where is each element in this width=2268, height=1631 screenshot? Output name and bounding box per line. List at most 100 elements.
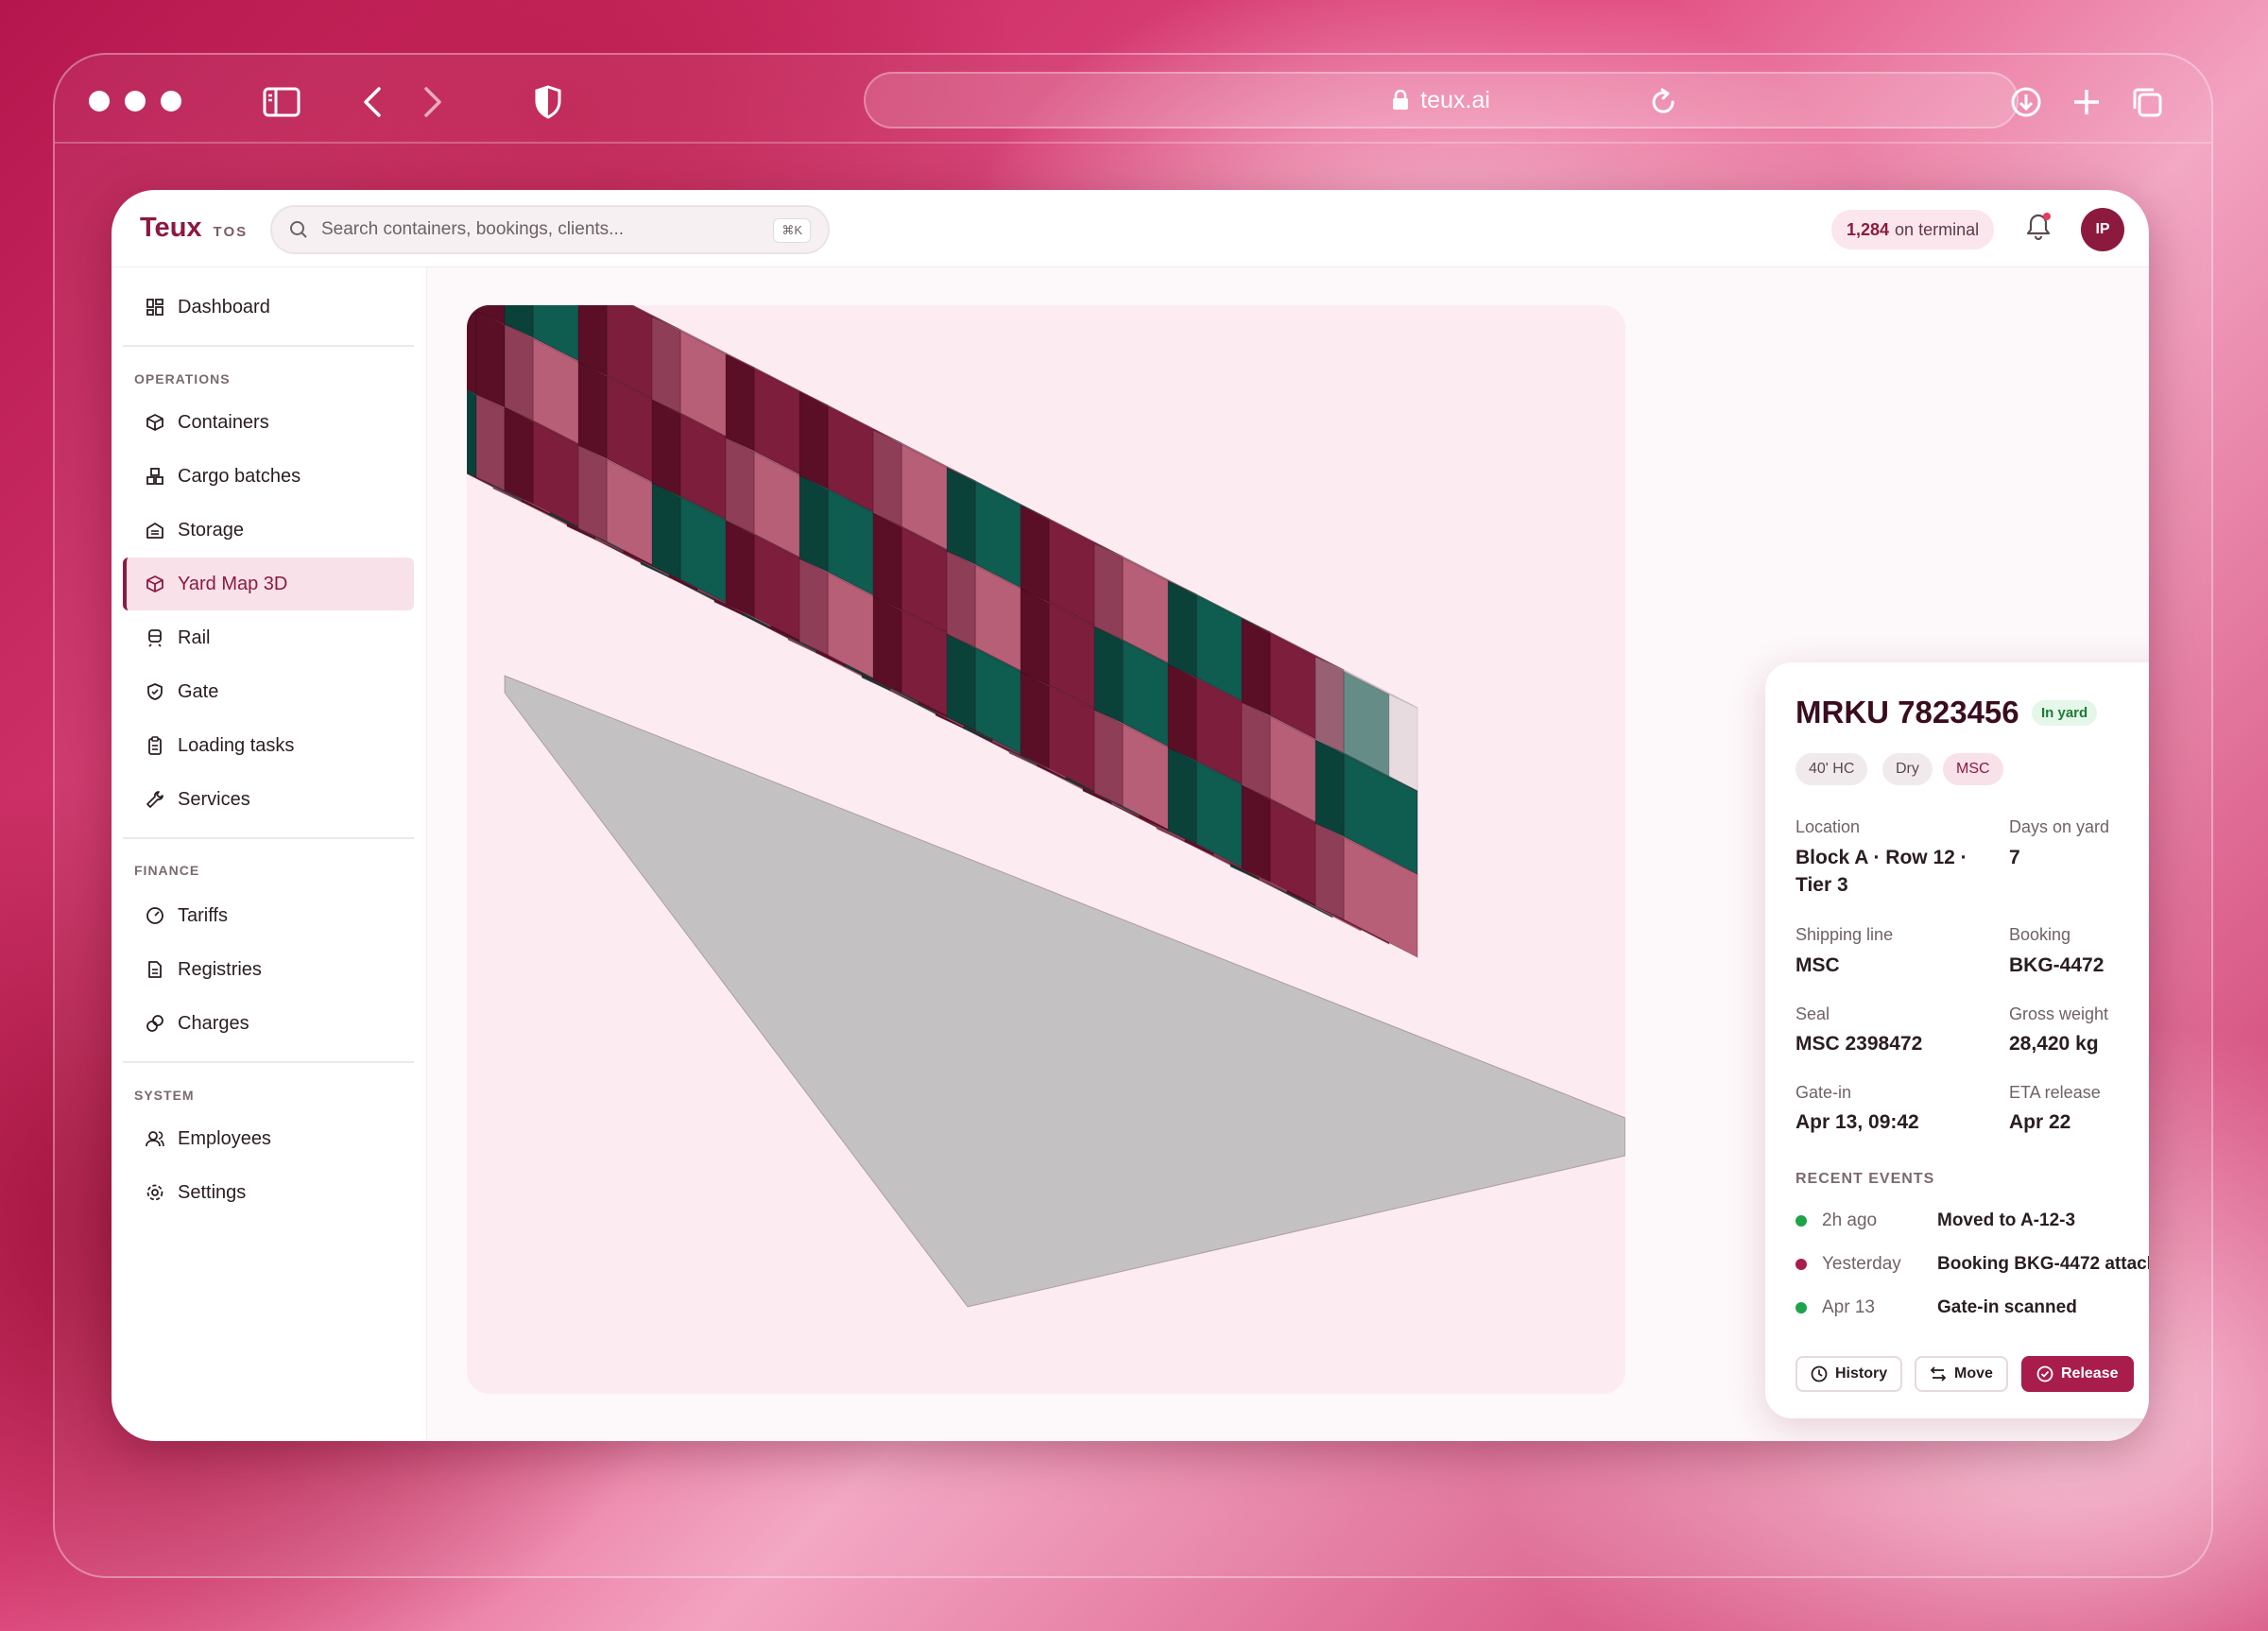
search-placeholder: Search containers, bookings, clients... bbox=[321, 219, 625, 239]
days-label: Days on yard bbox=[2009, 817, 2110, 836]
container-block bbox=[1314, 739, 1345, 837]
container-block bbox=[725, 437, 755, 535]
container-block bbox=[799, 474, 829, 573]
sidebar-item-employees[interactable]: Employees bbox=[123, 1112, 414, 1165]
line-value: MSC bbox=[1796, 954, 1840, 976]
days-value: 7 bbox=[2009, 847, 2020, 868]
container-block bbox=[725, 520, 755, 618]
line-label: Shipping line bbox=[1796, 925, 1894, 944]
sidebar-item-storage[interactable]: Storage bbox=[123, 504, 414, 557]
yard-map-3d-canvas[interactable] bbox=[467, 305, 1625, 1394]
sidebar-item-containers[interactable]: Containers bbox=[123, 396, 414, 449]
sidebar-item-rail[interactable]: Rail bbox=[123, 611, 414, 664]
sidebar-item-label: Charges bbox=[178, 1012, 249, 1034]
recent-events-heading: RECENT EVENTS bbox=[1796, 1171, 1935, 1187]
search-input[interactable]: Search containers, bookings, clients... … bbox=[270, 205, 830, 254]
sidebar-item-dashboard[interactable]: Dashboard bbox=[123, 281, 414, 334]
sidebar-item-cargo-batches[interactable]: Cargo batches bbox=[123, 450, 414, 503]
container-detail-panel: MRKU 7823456 In yard 40' HC Dry MSC Loca… bbox=[1765, 662, 2149, 1418]
booking-value: BKG-4472 bbox=[2009, 954, 2105, 976]
event-dot bbox=[1796, 1302, 1807, 1313]
history-button[interactable]: History bbox=[1796, 1356, 1903, 1392]
container-block bbox=[1241, 618, 1271, 716]
release-button[interactable]: Release bbox=[2021, 1356, 2134, 1392]
sidebar-item-label: Gate bbox=[178, 680, 219, 702]
sidebar-item-charges[interactable]: Charges bbox=[123, 997, 414, 1050]
sidebar-item-label: Yard Map 3D bbox=[178, 573, 288, 594]
back-icon[interactable] bbox=[353, 83, 391, 121]
gatein-label: Gate-in bbox=[1796, 1083, 1852, 1102]
sidebar-item-label: Rail bbox=[178, 627, 211, 648]
sidebar-item-gate[interactable]: Gate bbox=[123, 665, 414, 718]
location-label: Location bbox=[1796, 817, 1861, 836]
clipboard-icon bbox=[148, 736, 162, 755]
sidebar-item-label: Employees bbox=[178, 1127, 271, 1149]
tabs-overview-icon[interactable] bbox=[2128, 83, 2166, 121]
event-time: Yesterday bbox=[1822, 1254, 1901, 1274]
move-label: Move bbox=[1954, 1365, 1993, 1382]
sidebar-item-loading-tasks[interactable]: Loading tasks bbox=[123, 719, 414, 772]
section-system: SYSTEM bbox=[134, 1088, 195, 1103]
box-icon bbox=[146, 414, 163, 431]
address-bar[interactable]: teux.ai bbox=[864, 72, 2019, 129]
coins-icon bbox=[146, 1015, 163, 1032]
download-icon[interactable] bbox=[2007, 83, 2045, 121]
sidebar-item-settings[interactable]: Settings bbox=[123, 1166, 414, 1219]
window-controls[interactable] bbox=[89, 91, 181, 112]
swap-icon bbox=[1930, 1366, 1947, 1382]
move-button[interactable]: Move bbox=[1915, 1356, 2008, 1392]
shield-check-icon bbox=[147, 683, 163, 700]
sidebar-toggle-icon[interactable] bbox=[263, 83, 301, 121]
container-block bbox=[1167, 747, 1197, 845]
seal-label: Seal bbox=[1796, 1004, 1830, 1023]
terminal-count-badge: 1,284 on terminal bbox=[1831, 210, 1995, 249]
container-block bbox=[1241, 701, 1271, 799]
container-block bbox=[946, 633, 976, 731]
reload-icon[interactable] bbox=[1644, 83, 1682, 121]
sidebar-divider bbox=[123, 837, 414, 839]
sidebar-item-yard-map-3d[interactable]: Yard Map 3D bbox=[123, 558, 414, 610]
event-time: 2h ago bbox=[1822, 1210, 1878, 1230]
tag-type: Dry bbox=[1882, 753, 1933, 785]
tag-size: 40' HC bbox=[1796, 753, 1868, 785]
notifications-bell-icon[interactable] bbox=[2026, 213, 2051, 246]
train-icon bbox=[148, 629, 162, 647]
forward-icon[interactable] bbox=[414, 83, 452, 121]
check-circle-icon bbox=[2036, 1365, 2053, 1382]
shield-icon[interactable] bbox=[529, 83, 567, 121]
search-icon bbox=[290, 221, 307, 238]
container-block bbox=[467, 388, 477, 478]
sidebar-item-label: Registries bbox=[178, 958, 262, 980]
boxes-icon bbox=[146, 468, 163, 485]
container-block bbox=[475, 393, 506, 491]
container-block bbox=[872, 512, 902, 610]
container-block bbox=[1167, 663, 1197, 762]
event-text: Booking BKG-4472 attached bbox=[1937, 1254, 2149, 1274]
container-block bbox=[651, 399, 681, 497]
brand-name: Teux bbox=[140, 213, 202, 243]
clock-icon bbox=[1811, 1365, 1828, 1382]
container-block bbox=[504, 406, 534, 505]
browser-toolbar: teux.ai bbox=[55, 55, 2211, 144]
container-block bbox=[1167, 580, 1197, 678]
container-block bbox=[1093, 626, 1124, 724]
yard-3d-scene[interactable] bbox=[467, 305, 1625, 1394]
new-tab-icon[interactable] bbox=[2068, 83, 2105, 121]
container-block bbox=[1314, 822, 1345, 920]
sidebar-item-registries[interactable]: Registries bbox=[123, 943, 414, 996]
event-row: 2h ago Moved to A-12-3 bbox=[1796, 1207, 2149, 1235]
sidebar-item-tariffs[interactable]: Tariffs bbox=[123, 889, 414, 942]
location-value: Block A · Row 12 · Tier 3 bbox=[1796, 847, 1967, 896]
container-block bbox=[577, 444, 608, 542]
sidebar-item-services[interactable]: Services bbox=[123, 773, 414, 826]
section-finance: FINANCE bbox=[134, 863, 200, 878]
brand-logo[interactable]: Teux TOS bbox=[140, 213, 248, 244]
notification-dot bbox=[2043, 213, 2051, 220]
sidebar-divider bbox=[123, 1061, 414, 1063]
event-dot bbox=[1796, 1259, 1807, 1270]
container-block bbox=[1241, 784, 1271, 883]
avatar[interactable]: IP bbox=[2081, 208, 2124, 251]
sidebar-item-label: Loading tasks bbox=[178, 734, 295, 756]
release-label: Release bbox=[2061, 1365, 2119, 1382]
sidebar-item-label: Containers bbox=[178, 411, 269, 433]
